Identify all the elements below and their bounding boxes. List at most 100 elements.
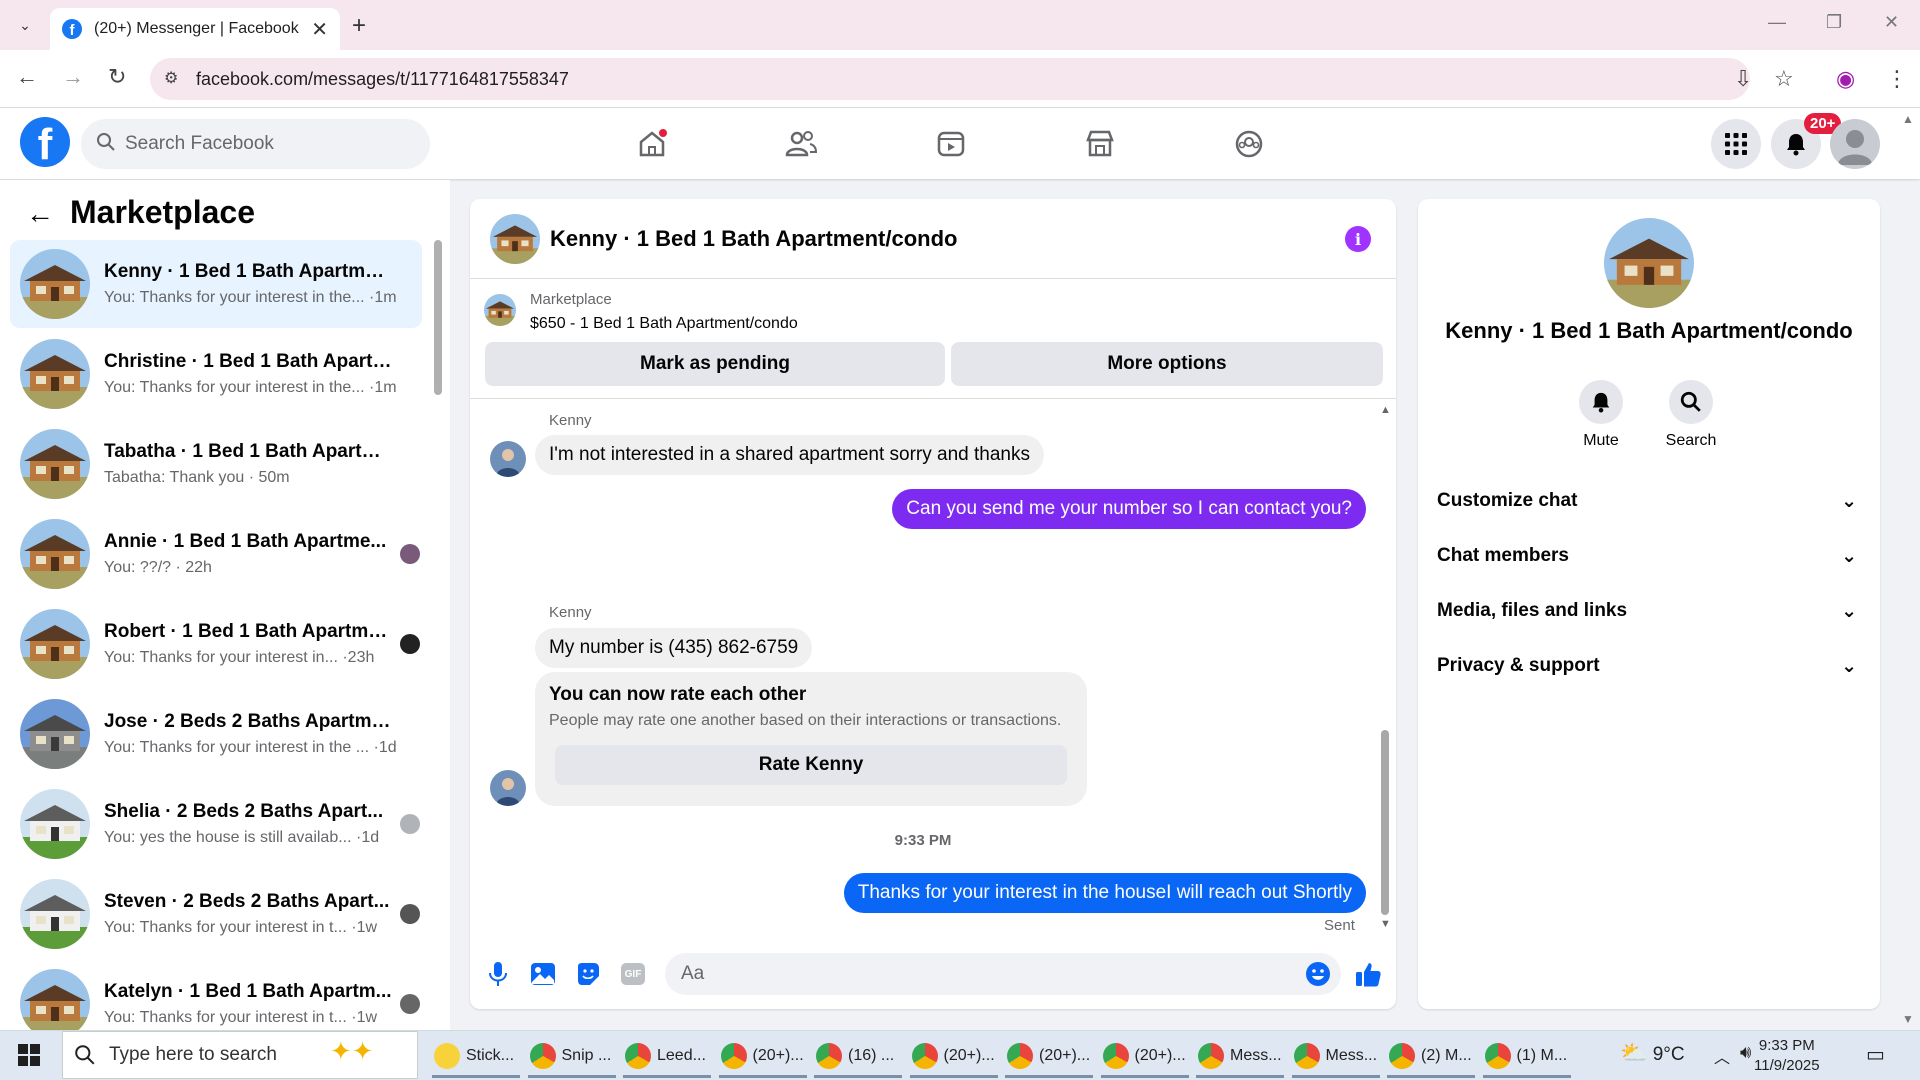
conversation-item[interactable]: Annie · 1 Bed 1 Bath Apartme... You: ??/?… [10, 510, 422, 598]
minimize-icon[interactable]: — [1768, 12, 1786, 33]
browser-menu-icon[interactable]: ⋮ [1886, 66, 1908, 92]
weather-widget[interactable]: ⛅ 9°C [1620, 1040, 1685, 1066]
conversation-item[interactable]: Robert · 1 Bed 1 Bath Apartme... You: Tha… [10, 600, 422, 688]
marketplace-label: Marketplace [530, 291, 612, 308]
message-bubble-outgoing[interactable]: Thanks for your interest in the houseI w… [843, 873, 1366, 913]
taskbar-app[interactable]: Mess... [1290, 1034, 1382, 1078]
scroll-up-arrow-icon[interactable]: ▲ [1380, 404, 1391, 416]
back-icon[interactable]: ← [16, 64, 38, 90]
sticky-notes-icon [434, 1043, 460, 1069]
taskbar-app[interactable]: Leed... [621, 1034, 713, 1078]
conversation-item[interactable]: Kenny · 1 Bed 1 Bath Apartment/... You: T… [10, 240, 422, 328]
message-input[interactable]: Aa [665, 953, 1341, 995]
customize-chat-section[interactable]: Customize chat ⌄ [1437, 481, 1857, 521]
listing-thumb[interactable] [484, 294, 516, 326]
taskbar-app[interactable]: (16) ... [812, 1034, 904, 1078]
chat-avatar[interactable] [490, 214, 540, 264]
taskbar-app-label: (20+)... [752, 1047, 804, 1064]
close-tab-icon[interactable]: ✕ [311, 17, 328, 42]
taskbar-app[interactable]: Snip ... [526, 1034, 618, 1078]
taskbar-app[interactable]: (20+)... [1003, 1034, 1095, 1078]
menu-grid-icon[interactable] [1711, 119, 1761, 169]
conversation-name: Steven · 2 Beds 2 Baths Apart... [104, 891, 390, 912]
volume-icon[interactable]: 🔊︎ [1740, 1042, 1751, 1063]
media-files-links-section[interactable]: Media, files and links ⌄ [1437, 591, 1857, 631]
conversation-info: Shelia · 2 Beds 2 Baths Apart... You: yes… [104, 801, 394, 847]
conversation-item[interactable]: Tabatha · 1 Bed 1 Bath Apartmen... Tabath… [10, 420, 422, 508]
microphone-icon[interactable] [484, 960, 512, 988]
search-in-conversation-button[interactable] [1669, 380, 1713, 424]
photo-icon[interactable] [529, 960, 557, 988]
chrome-icon [1293, 1043, 1320, 1069]
notification-center-icon[interactable]: ▭ [1866, 1042, 1885, 1067]
scroll-down-arrow-icon[interactable]: ▼ [1380, 918, 1391, 930]
gif-icon[interactable]: GIF [619, 960, 647, 988]
message-bubble-outgoing[interactable]: Can you send me your number so I can con… [892, 489, 1366, 529]
restore-icon[interactable]: ❐ [1826, 12, 1842, 33]
more-options-button[interactable]: More options [951, 342, 1383, 386]
conversation-preview: You: Thanks for your interest in the ...… [104, 739, 397, 756]
facebook-logo-icon[interactable]: f [20, 117, 70, 167]
info-icon[interactable]: i [1345, 226, 1371, 252]
taskbar-app[interactable]: (20+)... [717, 1034, 809, 1078]
bookmark-star-icon[interactable]: ☆ [1774, 66, 1794, 92]
taskbar-app[interactable]: (20+)... [1099, 1034, 1191, 1078]
forward-icon[interactable]: → [62, 64, 84, 90]
page-scroll-down-icon[interactable]: ▼ [1902, 1012, 1914, 1026]
listing-title[interactable]: $650 - 1 Bed 1 Bath Apartment/condo [530, 315, 798, 333]
message-bubble-incoming[interactable]: My number is (435) 862-6759 [535, 628, 813, 668]
tray-chevron-up-icon[interactable]: ︿ [1714, 1044, 1730, 1068]
close-window-icon[interactable]: ✕ [1884, 12, 1899, 33]
conversation-info: Robert · 1 Bed 1 Bath Apartme... You: Tha… [104, 621, 394, 667]
chat-members-section[interactable]: Chat members ⌄ [1437, 536, 1857, 576]
reload-icon[interactable]: ↻ [108, 64, 126, 90]
conversation-info: Annie · 1 Bed 1 Bath Apartme... You: ??/?… [104, 531, 394, 577]
site-settings-icon[interactable]: ⚙ [164, 68, 178, 88]
emoji-icon[interactable] [1304, 960, 1332, 988]
groups-icon[interactable] [1229, 124, 1269, 164]
taskbar-app[interactable]: Mess... [1194, 1034, 1286, 1078]
conversation-item[interactable]: Shelia · 2 Beds 2 Baths Apart... You: yes… [10, 780, 422, 868]
sender-avatar[interactable] [490, 441, 526, 477]
new-tab-icon[interactable]: + [352, 12, 366, 40]
browser-tab[interactable]: f (20+) Messenger | Facebook ✕ [50, 8, 340, 50]
taskbar-app-label: (20+)... [1039, 1047, 1091, 1064]
mark-as-pending-button[interactable]: Mark as pending [485, 342, 945, 386]
taskbar-app[interactable]: Stick... [430, 1034, 522, 1078]
windows-start-icon[interactable] [18, 1044, 40, 1066]
friends-icon[interactable] [781, 124, 821, 164]
back-arrow-icon[interactable]: ← [26, 198, 54, 230]
account-avatar[interactable] [1830, 119, 1880, 169]
conversation-thumbnail [20, 879, 90, 949]
conversation-item[interactable]: Jose · 2 Beds 2 Baths Apartment... You: T… [10, 690, 422, 778]
profile-icon[interactable]: ◉ [1836, 66, 1855, 92]
taskbar-app[interactable]: (1) M... [1481, 1034, 1573, 1078]
facebook-search-input[interactable]: Search Facebook [81, 119, 430, 169]
conversation-item[interactable]: Christine · 1 Bed 1 Bath Apartme... You: … [10, 330, 422, 418]
taskbar-app[interactable]: (2) M... [1385, 1034, 1477, 1078]
sticker-icon[interactable] [574, 960, 602, 988]
taskbar-clock[interactable]: 9:33 PM 11/9/2025 [1754, 1036, 1820, 1076]
taskbar-app[interactable]: (20+)... [908, 1034, 1000, 1078]
mute-button[interactable] [1579, 380, 1623, 424]
details-avatar[interactable] [1604, 218, 1694, 308]
address-bar[interactable]: facebook.com/messages/t/1177164817558347 [150, 58, 1750, 100]
home-icon[interactable] [632, 124, 672, 164]
watch-icon[interactable] [931, 124, 971, 164]
message-bubble-incoming[interactable]: I'm not interested in a shared apartment… [535, 435, 1044, 475]
sidebar-scrollbar[interactable] [434, 240, 442, 395]
page-scroll-up-icon[interactable]: ▲ [1902, 112, 1914, 126]
running-indicator [1482, 1075, 1571, 1078]
privacy-support-section[interactable]: Privacy & support ⌄ [1437, 646, 1857, 686]
sender-avatar[interactable] [490, 770, 526, 806]
chat-title[interactable]: Kenny · 1 Bed 1 Bath Apartment/condo [550, 226, 957, 252]
like-thumbs-up-icon[interactable] [1354, 960, 1382, 988]
conversation-preview: You: Thanks for your interest in the... … [104, 289, 397, 306]
conversation-item[interactable]: Steven · 2 Beds 2 Baths Apart... You: Tha… [10, 870, 422, 958]
marketplace-icon[interactable] [1080, 124, 1120, 164]
install-app-icon[interactable]: ⇩ [1734, 66, 1752, 92]
taskbar-app-label: Leed... [657, 1047, 706, 1064]
rate-kenny-button[interactable]: Rate Kenny [555, 745, 1067, 785]
chat-scrollbar[interactable] [1381, 730, 1389, 915]
tab-list-chevron-icon[interactable]: ⌄ [14, 14, 36, 36]
